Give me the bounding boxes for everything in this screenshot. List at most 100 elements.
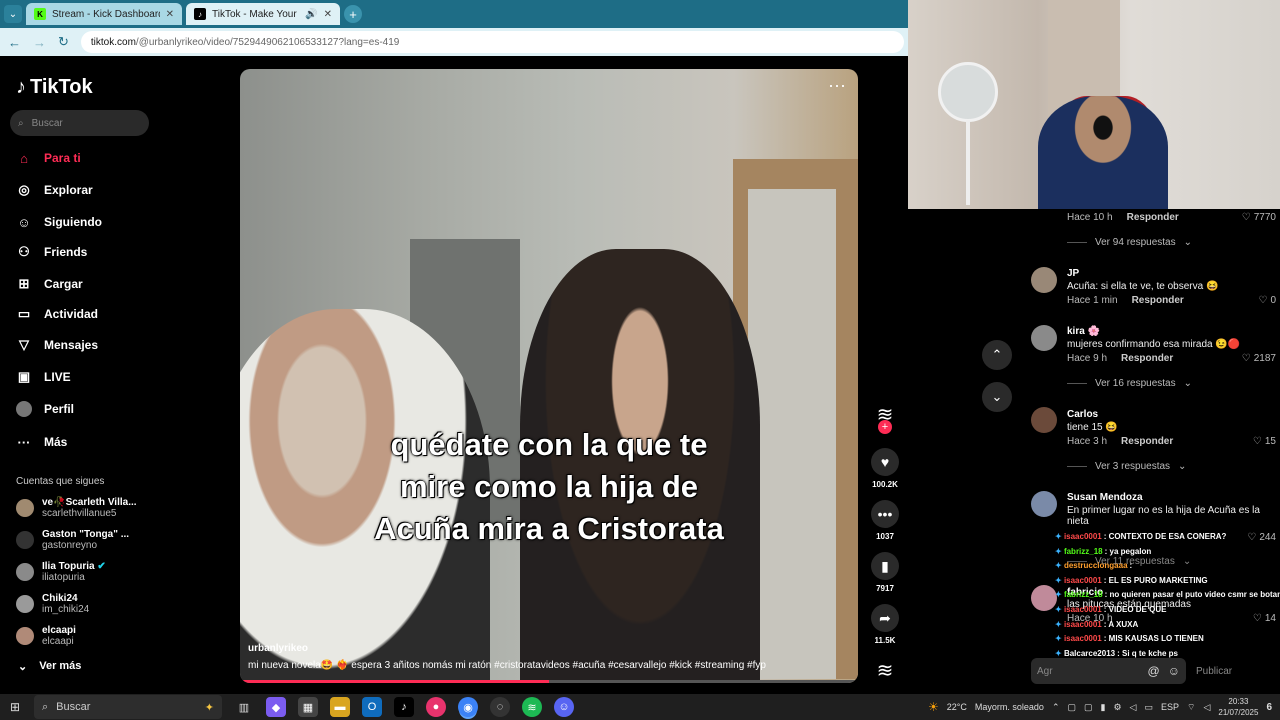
tab-kick-dashboard[interactable]: K Stream - Kick Dashboard ✕ (26, 3, 182, 25)
following-account[interactable]: ve🥀Scarleth Villa... scarlethvillanue5 (16, 497, 137, 519)
comment-user[interactable]: Susan Mendoza (1067, 492, 1143, 503)
obs-icon[interactable]: ◌ (490, 697, 510, 717)
chat-username[interactable]: isaac0001 (1064, 620, 1102, 629)
nav-mas[interactable]: ··· Más (16, 434, 68, 450)
previous-video-button[interactable]: ⌃ (982, 340, 1012, 370)
comment-like[interactable]: ♡ 15 (1253, 436, 1276, 447)
chat-username[interactable]: fabrizz_18 (1064, 547, 1103, 556)
avatar[interactable] (1031, 407, 1057, 433)
save-button[interactable]: ▮ 7917 (866, 552, 904, 593)
reply-button[interactable]: Responder (1121, 353, 1173, 364)
following-account[interactable]: Ilia Topuria ✔ iliatopuria (16, 561, 106, 583)
windows-start-icon[interactable]: ⊞ (10, 700, 20, 714)
tray-icon[interactable]: ▢ (1084, 702, 1093, 713)
follow-plus-icon[interactable]: + (878, 420, 892, 434)
next-video-button[interactable]: ⌄ (982, 382, 1012, 412)
avatar[interactable] (1031, 325, 1057, 351)
copilot-icon[interactable]: ◆ (266, 697, 286, 717)
chat-username[interactable]: isaac0001 (1064, 576, 1102, 585)
chat-username[interactable]: Balcarce2013 (1064, 649, 1115, 658)
tiktok-logo[interactable]: ♪ TikTok (16, 76, 93, 99)
chat-username[interactable]: isaac0001 (1064, 634, 1102, 643)
microphone-icon[interactable]: ▮ (1101, 702, 1106, 713)
music-disc[interactable]: ≋ (866, 656, 904, 684)
view-replies-button[interactable]: Ver 94 respuestas ⌄ (1067, 237, 1192, 248)
video-player[interactable]: ··· quédate con la que te mire como la h… (240, 69, 858, 683)
following-account[interactable]: elcaapi elcaapi (16, 625, 76, 647)
emoji-icon[interactable]: ☺ (1168, 664, 1180, 678)
network-icon[interactable]: ⌔ (1187, 702, 1195, 713)
share-button[interactable]: ➦ 11.5K (866, 604, 904, 645)
nav-para-ti[interactable]: ⌂ Para ti (16, 150, 81, 166)
following-account[interactable]: Gaston "Tonga" ... gastonreyno (16, 529, 129, 551)
close-icon[interactable]: ✕ (324, 9, 332, 20)
comment-like[interactable]: ♡ 0 (1258, 295, 1276, 306)
back-icon[interactable]: ← (8, 35, 21, 50)
chevron-up-icon[interactable]: ⌃ (1052, 702, 1060, 713)
avatar[interactable] (1031, 585, 1057, 611)
comment-input[interactable]: Agr @ ☺ (1031, 658, 1186, 684)
following-account[interactable]: Chiki24 im_chiki24 (16, 593, 89, 615)
speaker-icon[interactable]: ◁ (1203, 702, 1210, 713)
nav-siguiendo[interactable]: ☺ Siguiendo (16, 214, 102, 230)
outlook-icon[interactable]: O (362, 697, 382, 717)
notification-badge[interactable]: 6 (1266, 702, 1272, 713)
reload-icon[interactable]: ↻ (58, 34, 69, 50)
comment-user[interactable]: kira 🌸 (1067, 326, 1100, 337)
comment-user[interactable]: Carlos (1067, 409, 1098, 420)
language-indicator[interactable]: ESP (1161, 702, 1179, 712)
speaker-icon[interactable]: 🔊 (305, 9, 317, 20)
url-field[interactable]: tiktok.com /@urbanlyrikeo/video/75294490… (80, 31, 904, 53)
search-input[interactable]: ⌕ Buscar (10, 110, 149, 136)
nav-explorar[interactable]: ◎ Explorar (16, 182, 92, 198)
tiktok-icon[interactable]: ♪ (394, 697, 414, 717)
nav-cargar[interactable]: ⊞ Cargar (16, 276, 83, 292)
like-button[interactable]: ♥ 100.2K (866, 448, 904, 489)
avatar[interactable] (1031, 491, 1057, 517)
reply-button[interactable]: Responder (1127, 212, 1179, 223)
tray-icon[interactable]: ▢ (1067, 702, 1076, 713)
nav-friends[interactable]: ⚇ Friends (16, 244, 87, 260)
see-more-button[interactable]: ⌄ Ver más (18, 660, 81, 673)
avatar[interactable] (1031, 267, 1057, 293)
chrome-icon[interactable]: ◉ (458, 697, 478, 717)
taskbar-search[interactable]: ⌕ Buscar ✦ (34, 695, 222, 719)
mention-icon[interactable]: @ (1148, 664, 1160, 678)
app-icon[interactable]: ● (426, 697, 446, 717)
video-progress-bar[interactable] (240, 680, 858, 683)
tray-icon[interactable]: ⚙ (1113, 702, 1121, 713)
chat-username[interactable]: isaac0001 (1064, 605, 1102, 614)
view-replies-button[interactable]: Ver 3 respuestas ⌄ (1067, 461, 1186, 472)
view-replies-button[interactable]: Ver 16 respuestas ⌄ (1067, 378, 1192, 389)
forward-icon[interactable]: → (33, 35, 46, 50)
comment-like[interactable]: ♡ 2187 (1242, 353, 1276, 364)
new-tab-button[interactable]: + (344, 5, 362, 23)
task-view-icon[interactable]: ▥ (234, 697, 254, 717)
creator-avatar[interactable]: ≋ + (866, 400, 904, 434)
store-icon[interactable]: ▦ (298, 697, 318, 717)
nav-live[interactable]: ▣ LIVE (16, 369, 71, 385)
close-icon[interactable]: ✕ (166, 9, 174, 20)
file-explorer-icon[interactable]: ▬ (330, 697, 350, 717)
comment-like[interactable]: ♡ 7770 (1242, 212, 1276, 223)
nav-actividad[interactable]: ▭ Actividad (16, 306, 98, 322)
chat-username[interactable]: isaac0001 (1064, 532, 1102, 541)
more-options-icon[interactable]: ··· (828, 75, 846, 96)
publish-button[interactable]: Publicar (1196, 666, 1232, 677)
chat-username[interactable]: fabrizz_18 (1064, 590, 1103, 599)
discord-icon[interactable]: ☺ (554, 697, 574, 717)
reply-button[interactable]: Responder (1132, 295, 1184, 306)
reply-button[interactable]: Responder (1121, 436, 1173, 447)
video-author[interactable]: urbanlyrikeo (248, 643, 308, 654)
tab-list-button[interactable]: ⌄ (4, 5, 22, 23)
tray-icon[interactable]: ▭ (1144, 702, 1153, 713)
comment-user[interactable]: JP (1067, 268, 1079, 279)
nav-mensajes[interactable]: ▽ Mensajes (16, 337, 98, 353)
volume-icon[interactable]: ◁ (1130, 702, 1137, 713)
clock[interactable]: 20:33 21/07/2025 (1218, 696, 1258, 718)
comment-button[interactable]: ••• 1037 (866, 500, 904, 541)
chat-username[interactable]: destrucciongaaa (1064, 561, 1128, 570)
tab-tiktok[interactable]: ♪ TikTok - Make Your Day 🔊 ✕ (186, 3, 340, 25)
nav-perfil[interactable]: Perfil (16, 401, 74, 417)
spotify-icon[interactable]: ≋ (522, 697, 542, 717)
